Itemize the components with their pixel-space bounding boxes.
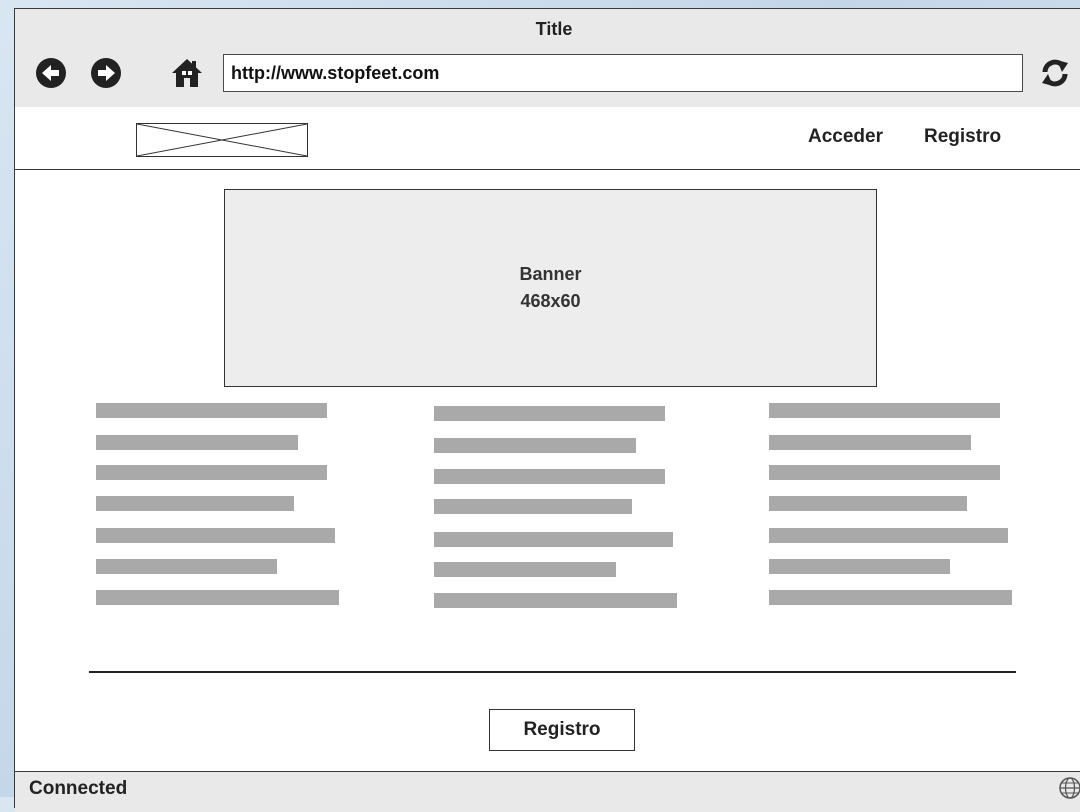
registro-button[interactable]: Registro (489, 709, 635, 751)
browser-window: Title http://www.stopfeet.com Acceder Re… (14, 8, 1080, 812)
site-header: Acceder Registro (15, 107, 1080, 170)
text-placeholder-line (96, 403, 327, 418)
text-placeholder-line (96, 559, 277, 574)
home-icon[interactable] (171, 57, 203, 89)
text-placeholder-line (96, 465, 327, 480)
banner-label: Banner (519, 264, 582, 284)
status-bar: Connected (15, 771, 1080, 812)
text-placeholder-line (434, 532, 673, 547)
text-placeholder-line (434, 499, 632, 514)
text-placeholder-line (434, 438, 636, 453)
acceder-link[interactable]: Acceder (808, 126, 883, 148)
text-placeholder-line (96, 496, 294, 511)
logo-placeholder (136, 123, 308, 157)
text-placeholder-line (434, 406, 665, 421)
forward-icon[interactable] (90, 57, 122, 89)
window-title: Title (535, 19, 573, 39)
text-placeholder-line (769, 590, 1012, 605)
text-placeholder-line (769, 435, 971, 450)
refresh-icon[interactable] (1039, 57, 1071, 89)
text-placeholder-line (96, 435, 298, 450)
globe-icon (1058, 776, 1080, 805)
text-placeholder-line (769, 496, 967, 511)
text-placeholder-line (769, 465, 1000, 480)
registro-link[interactable]: Registro (924, 126, 1001, 148)
divider (89, 671, 1016, 673)
text-placeholder-line (434, 562, 616, 577)
text-placeholder-line (769, 403, 1000, 418)
text-placeholder-line (96, 590, 339, 605)
text-placeholder-line (96, 528, 335, 543)
text-placeholder-line (769, 559, 950, 574)
text-placeholder-line (769, 528, 1008, 543)
browser-chrome: Title (15, 9, 1080, 108)
back-icon[interactable] (35, 57, 67, 89)
banner-size: 468x60 (520, 291, 581, 311)
text-placeholder-line (434, 593, 677, 608)
url-input[interactable] (223, 54, 1023, 92)
banner-placeholder: Banner 468x60 (224, 189, 877, 387)
text-placeholder-line (434, 469, 665, 484)
